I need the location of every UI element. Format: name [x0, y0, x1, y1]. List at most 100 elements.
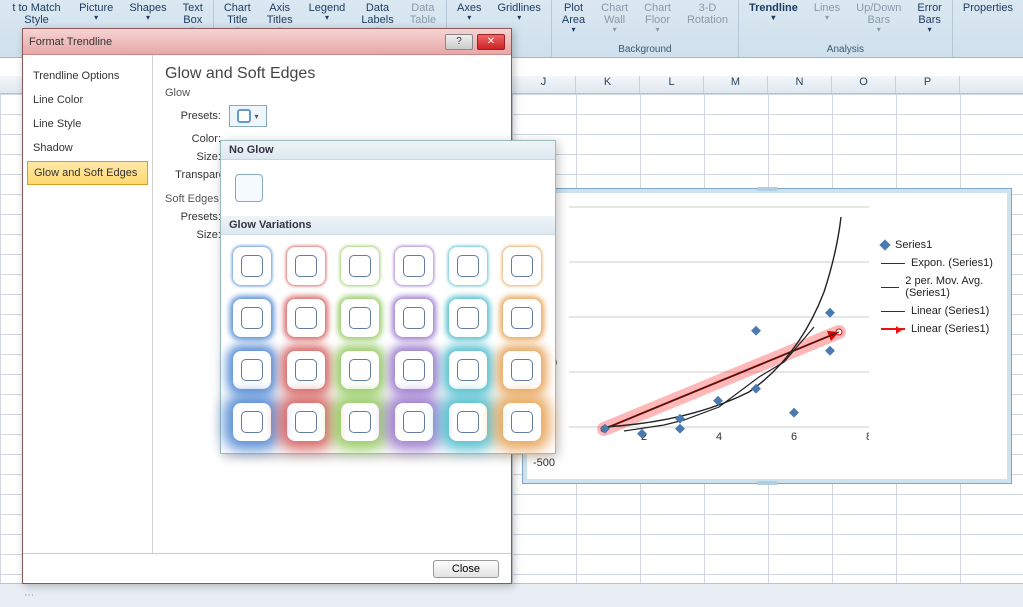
glow-swatch[interactable] [341, 299, 379, 337]
square-icon [241, 411, 263, 433]
glow-swatch[interactable] [341, 403, 379, 441]
col-h[interactable]: M [704, 76, 768, 93]
xtick: 8 [866, 431, 869, 443]
glow-swatch[interactable] [449, 351, 487, 389]
arrow-icon [881, 328, 905, 330]
square-icon [511, 255, 533, 277]
square-icon [237, 109, 251, 123]
glow-swatch[interactable] [449, 247, 487, 285]
line-icon [881, 311, 905, 312]
glow-swatch[interactable] [233, 299, 271, 337]
rib-error-bars[interactable]: Error Bars [915, 2, 943, 35]
legend-linear[interactable]: Linear (Series1) [881, 305, 1001, 317]
col-h[interactable]: K [576, 76, 640, 93]
glow-swatch[interactable] [341, 247, 379, 285]
col-h[interactable]: J [512, 76, 576, 93]
rib-plot-area[interactable]: Plot Area [560, 2, 587, 35]
rib-trendline[interactable]: Trendline [747, 2, 800, 35]
resize-handle-top[interactable] [757, 187, 777, 191]
col-h[interactable]: O [832, 76, 896, 93]
glow-swatch[interactable] [287, 403, 325, 441]
glow-swatch[interactable] [287, 247, 325, 285]
xtick: 6 [791, 431, 797, 443]
dialog-footer: Close [23, 553, 511, 583]
glow-swatch[interactable] [341, 351, 379, 389]
plot-area[interactable]: 2 4 6 8 [569, 197, 869, 457]
square-icon [295, 411, 317, 433]
chart-legend[interactable]: Series1 Expon. (Series1) 2 per. Mov. Avg… [881, 233, 1001, 341]
square-icon [511, 359, 533, 381]
rib-gridlines[interactable]: Gridlines [496, 2, 543, 23]
close-x-button[interactable]: ✕ [477, 34, 505, 50]
dialog-heading: Glow and Soft Edges [165, 65, 499, 83]
glow-variations-grid [221, 235, 555, 453]
square-icon [241, 255, 263, 277]
glow-swatch[interactable] [233, 403, 271, 441]
col-h[interactable]: N [768, 76, 832, 93]
glow-presets-dropdown[interactable] [229, 105, 267, 127]
glow-swatch[interactable] [233, 351, 271, 389]
nav-line-color[interactable]: Line Color [27, 89, 148, 111]
glow-swatch[interactable] [503, 351, 541, 389]
line-icon [881, 287, 899, 288]
glow-swatch[interactable] [449, 403, 487, 441]
nav-shadow[interactable]: Shadow [27, 137, 148, 159]
glow-swatch[interactable] [233, 247, 271, 285]
square-icon [241, 359, 263, 381]
glow-swatch[interactable] [503, 403, 541, 441]
sheet-tabs[interactable]: ⋯ [0, 583, 1023, 607]
legend-expon[interactable]: Expon. (Series1) [881, 257, 1001, 269]
help-button[interactable]: ? [445, 34, 473, 50]
xtick: 4 [716, 431, 722, 443]
glow-swatch[interactable] [503, 247, 541, 285]
no-glow-header: No Glow [221, 141, 555, 160]
col-h[interactable]: P [896, 76, 960, 93]
col-h[interactable]: L [640, 76, 704, 93]
square-icon [457, 307, 479, 329]
glow-swatch[interactable] [395, 351, 433, 389]
square-icon [295, 255, 317, 277]
glow-swatch[interactable] [287, 299, 325, 337]
rib-properties[interactable]: Properties [961, 2, 1015, 14]
square-icon [457, 255, 479, 277]
nav-glow-soft-edges[interactable]: Glow and Soft Edges [27, 161, 148, 185]
nav-line-style[interactable]: Line Style [27, 113, 148, 135]
rib-match-style[interactable]: t to Match Style [8, 2, 65, 26]
glow-swatch[interactable] [395, 403, 433, 441]
lbl-color: Color: [165, 133, 221, 145]
legend-linear-red[interactable]: Linear (Series1) [881, 323, 1001, 335]
diamond-icon [879, 239, 890, 250]
square-icon [403, 359, 425, 381]
square-icon [403, 307, 425, 329]
rib-picture[interactable]: Picture [77, 2, 115, 23]
lbl-presets2: Presets: [165, 211, 221, 223]
rib-updown: Up/Down Bars [854, 2, 903, 35]
rib-chart-wall: Chart Wall [599, 2, 630, 35]
glow-swatch[interactable] [395, 299, 433, 337]
square-icon [349, 307, 371, 329]
glow-swatch[interactable] [395, 247, 433, 285]
square-icon [349, 255, 371, 277]
glow-swatch[interactable] [287, 351, 325, 389]
legend-mov-avg[interactable]: 2 per. Mov. Avg. (Series1) [881, 275, 1001, 299]
square-icon [457, 359, 479, 381]
glow-section-label: Glow [165, 87, 499, 99]
rib-chart-floor: Chart Floor [642, 2, 673, 35]
nav-trendline-options[interactable]: Trendline Options [27, 65, 148, 87]
resize-handle-bottom[interactable] [757, 481, 777, 485]
square-icon [403, 411, 425, 433]
close-button[interactable]: Close [433, 560, 499, 578]
dialog-nav: Trendline Options Line Color Line Style … [23, 55, 153, 553]
square-icon [241, 307, 263, 329]
no-glow-swatch[interactable] [235, 174, 263, 202]
rib-shapes[interactable]: Shapes [127, 2, 168, 23]
rib-lines: Lines [812, 2, 842, 35]
dialog-titlebar[interactable]: Format Trendline ? ✕ [23, 29, 511, 55]
legend-series1[interactable]: Series1 [881, 239, 1001, 251]
rib-axes[interactable]: Axes [455, 2, 483, 23]
square-icon [349, 359, 371, 381]
chart-object[interactable]: 2 4 6 8 1500 [522, 188, 1012, 484]
glow-swatch[interactable] [503, 299, 541, 337]
square-icon [511, 307, 533, 329]
glow-swatch[interactable] [449, 299, 487, 337]
